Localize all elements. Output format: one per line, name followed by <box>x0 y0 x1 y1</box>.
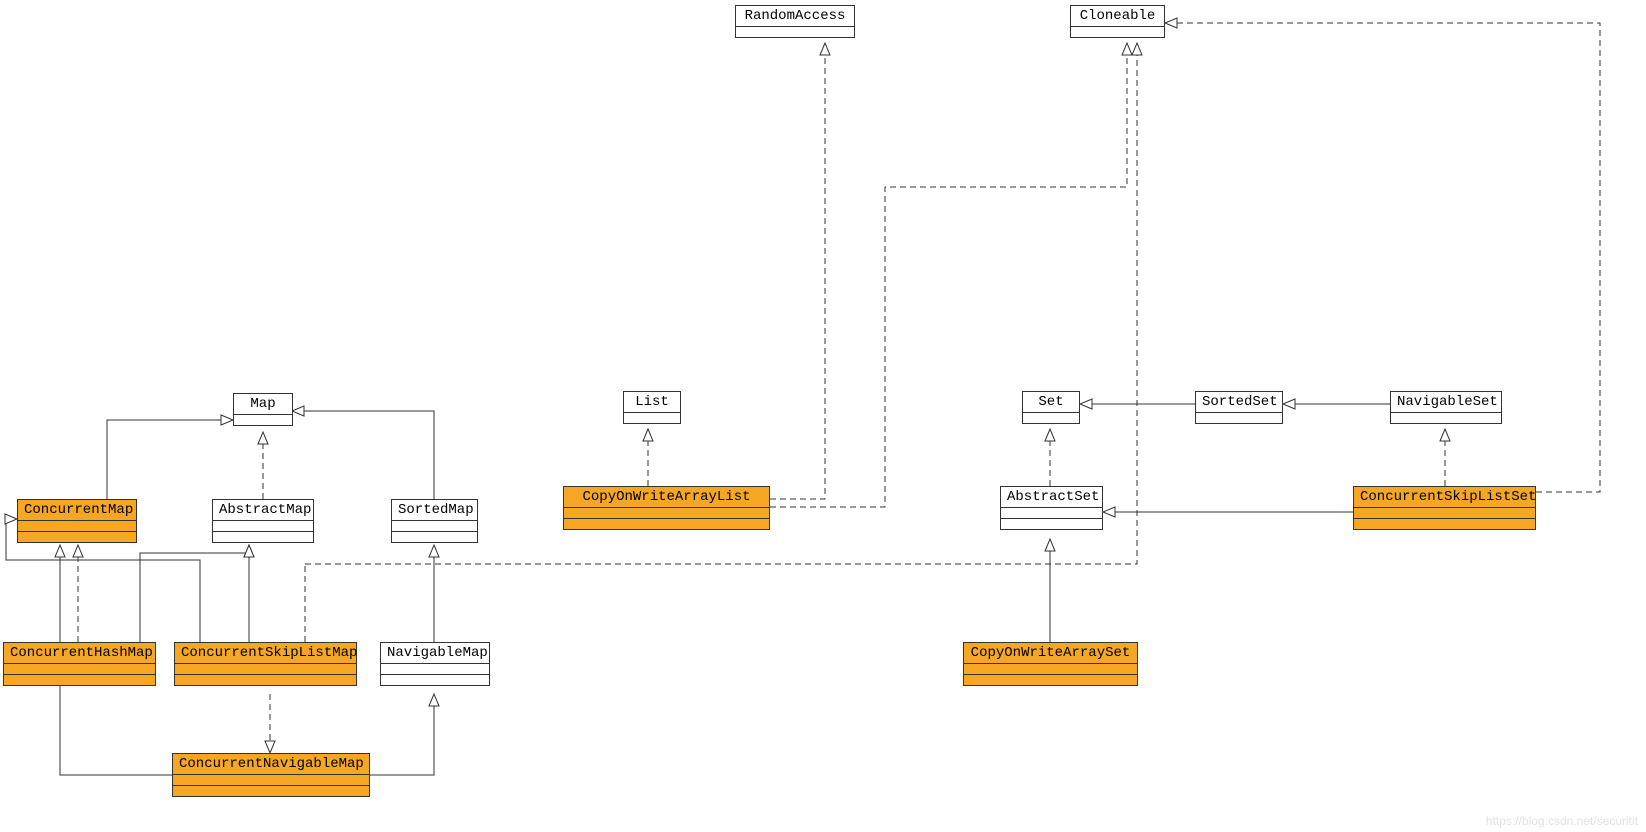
node-concurrent-hash-map: ConcurrentHashMap <box>3 642 156 686</box>
node-label: CopyOnWriteArrayList <box>564 487 769 507</box>
watermark: https://blog.csdn.net/securitit <box>1486 814 1638 828</box>
node-label: ConcurrentMap <box>18 500 136 520</box>
node-navigable-set: NavigableSet <box>1390 391 1502 424</box>
node-label: AbstractMap <box>213 500 313 520</box>
node-random-access: RandomAccess <box>735 5 855 38</box>
node-concurrent-map: ConcurrentMap <box>17 499 137 543</box>
node-label: List <box>624 392 680 412</box>
node-label: SortedSet <box>1196 392 1282 412</box>
node-label: RandomAccess <box>736 6 854 26</box>
node-label: Cloneable <box>1071 6 1164 26</box>
node-label: ConcurrentNavigableMap <box>173 754 369 774</box>
node-label: NavigableMap <box>381 643 489 663</box>
node-copy-on-write-array-set: CopyOnWriteArraySet <box>963 642 1138 686</box>
node-label: ConcurrentSkipListMap <box>175 643 356 663</box>
node-sorted-set: SortedSet <box>1195 391 1283 424</box>
node-copy-on-write-array-list: CopyOnWriteArrayList <box>563 486 770 530</box>
node-concurrent-skip-list-map: ConcurrentSkipListMap <box>174 642 357 686</box>
node-map: Map <box>233 393 293 426</box>
node-concurrent-skip-list-set: ConcurrentSkipListSet <box>1353 486 1536 530</box>
node-label: ConcurrentSkipListSet <box>1354 487 1535 507</box>
node-label: SortedMap <box>392 500 477 520</box>
node-concurrent-navigable-map: ConcurrentNavigableMap <box>172 753 370 797</box>
node-label: AbstractSet <box>1001 487 1102 507</box>
node-label: ConcurrentHashMap <box>4 643 155 663</box>
node-list: List <box>623 391 681 424</box>
node-label: Set <box>1023 392 1079 412</box>
node-abstract-set: AbstractSet <box>1000 486 1103 530</box>
node-set: Set <box>1022 391 1080 424</box>
node-label: CopyOnWriteArraySet <box>964 643 1137 663</box>
node-label: NavigableSet <box>1391 392 1501 412</box>
node-sorted-map: SortedMap <box>391 499 478 543</box>
node-label: Map <box>234 394 292 414</box>
node-navigable-map: NavigableMap <box>380 642 490 686</box>
node-abstract-map: AbstractMap <box>212 499 314 543</box>
node-cloneable: Cloneable <box>1070 5 1165 38</box>
